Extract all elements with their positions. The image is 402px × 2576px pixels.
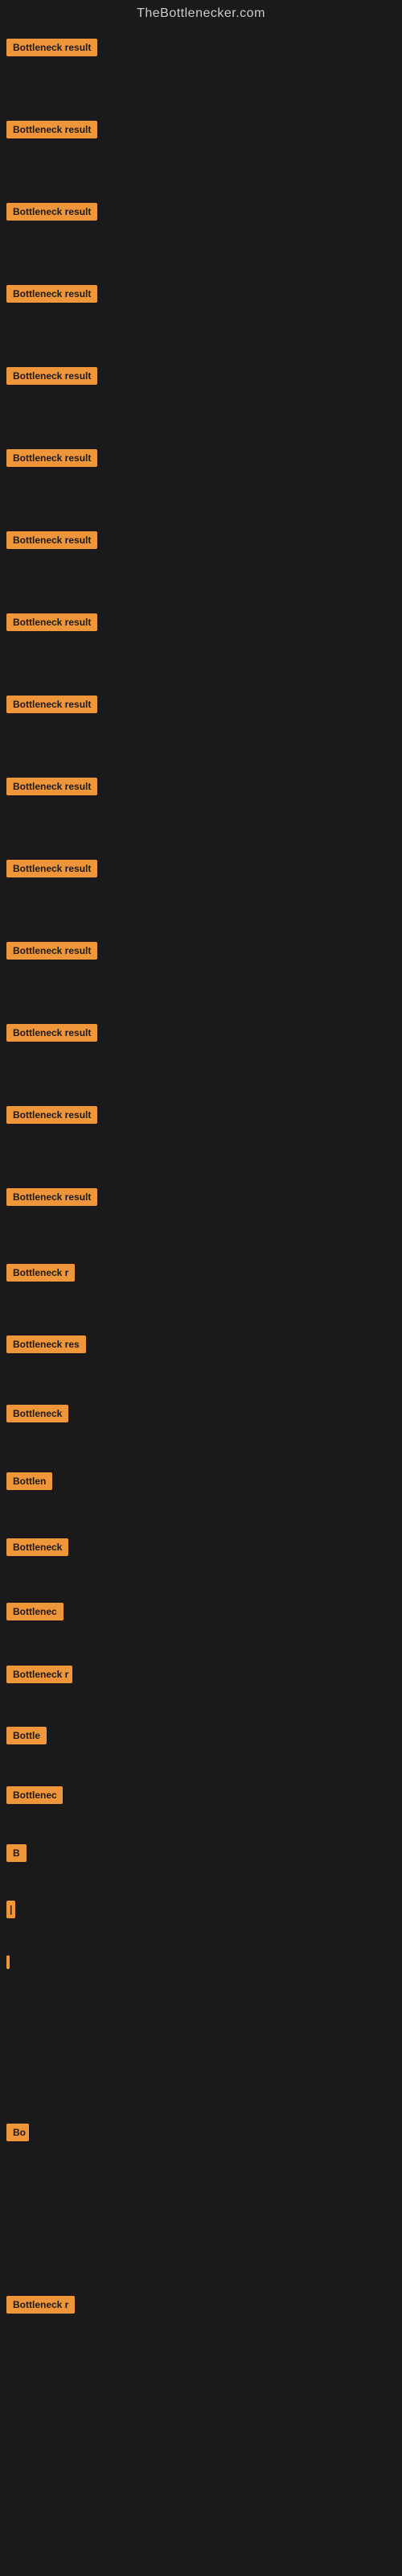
list-item: Bottlenec <box>0 1598 402 1625</box>
list-item: Bottle <box>0 1722 402 1749</box>
bottleneck-badge: Bottleneck result <box>6 1188 97 1206</box>
list-item: B <box>0 1839 402 1867</box>
list-item: Bottlenec <box>0 1781 402 1809</box>
bottleneck-badge: Bottleneck result <box>6 121 97 138</box>
bottleneck-badge <box>6 1955 10 1969</box>
site-header: TheBottlenecker.com <box>0 0 402 24</box>
list-item: Bottleneck r <box>0 1259 402 1286</box>
list-item: Bottleneck result <box>0 198 402 225</box>
footer-spacer <box>0 2318 402 2560</box>
list-item: Bottleneck result <box>0 362 402 390</box>
bottleneck-badge: B <box>6 1844 27 1862</box>
bottleneck-badge: Bottleneck result <box>6 449 97 467</box>
list-item: Bo <box>0 2119 402 2146</box>
list-item: Bottleneck result <box>0 444 402 472</box>
list-item: Bottleneck res <box>0 1331 402 1358</box>
list-item: Bottleneck result <box>0 116 402 143</box>
list-item <box>0 1951 402 1974</box>
list-item: Bottleneck <box>0 1534 402 1561</box>
bottleneck-badge: Bottleneck <box>6 1538 68 1556</box>
bottleneck-badge: Bottleneck result <box>6 203 97 221</box>
site-title: TheBottlenecker.com <box>0 0 402 24</box>
list-item: Bottleneck result <box>0 34 402 61</box>
list-item: Bottleneck r <box>0 1661 402 1688</box>
bottleneck-badge: Bottle <box>6 1727 47 1744</box>
bottleneck-badge: Bottleneck result <box>6 367 97 385</box>
list-item: Bottleneck result <box>0 1183 402 1211</box>
gap-spacer-2 <box>0 2146 402 2291</box>
gap-spacer <box>0 1974 402 2119</box>
bottleneck-badge: Bottleneck result <box>6 531 97 549</box>
list-item: | <box>0 1896 402 1923</box>
bottleneck-badge: Bottleneck result <box>6 942 97 960</box>
bottleneck-badge: Bottleneck <box>6 1405 68 1422</box>
list-item: Bottlen <box>0 1468 402 1495</box>
list-item: Bottleneck result <box>0 526 402 554</box>
bottleneck-badge: Bottleneck result <box>6 778 97 795</box>
bottleneck-badge: Bottleneck result <box>6 1106 97 1124</box>
list-item: Bottleneck result <box>0 1101 402 1129</box>
list-item: Bottleneck result <box>0 609 402 636</box>
bottleneck-badge: Bottlenec <box>6 1786 63 1804</box>
bottleneck-badge: Bottleneck r <box>6 2296 75 2314</box>
list-item: Bottleneck result <box>0 937 402 964</box>
list-item: Bottleneck result <box>0 691 402 718</box>
bottleneck-badge: Bottleneck result <box>6 39 97 56</box>
list-item: Bottleneck <box>0 1400 402 1427</box>
bottleneck-badge: | <box>6 1901 15 1918</box>
bottleneck-badge: Bottleneck r <box>6 1666 72 1683</box>
bottleneck-badge: Bottleneck result <box>6 1024 97 1042</box>
list-item: Bottleneck result <box>0 1019 402 1046</box>
bottleneck-badge: Bottleneck result <box>6 696 97 713</box>
bottleneck-badge: Bottlen <box>6 1472 52 1490</box>
list-item: Bottleneck result <box>0 280 402 308</box>
bottleneck-badge: Bottleneck result <box>6 613 97 631</box>
bottleneck-badge: Bottleneck res <box>6 1335 86 1353</box>
list-item: Bottleneck r <box>0 2291 402 2318</box>
list-item: Bottleneck result <box>0 773 402 800</box>
bottleneck-badge: Bo <box>6 2124 29 2141</box>
bottleneck-badge: Bottleneck result <box>6 860 97 877</box>
list-item: Bottleneck result <box>0 855 402 882</box>
bottleneck-badge: Bottleneck result <box>6 285 97 303</box>
bottleneck-badge: Bottleneck r <box>6 1264 75 1282</box>
bottleneck-badge: Bottlenec <box>6 1603 64 1620</box>
